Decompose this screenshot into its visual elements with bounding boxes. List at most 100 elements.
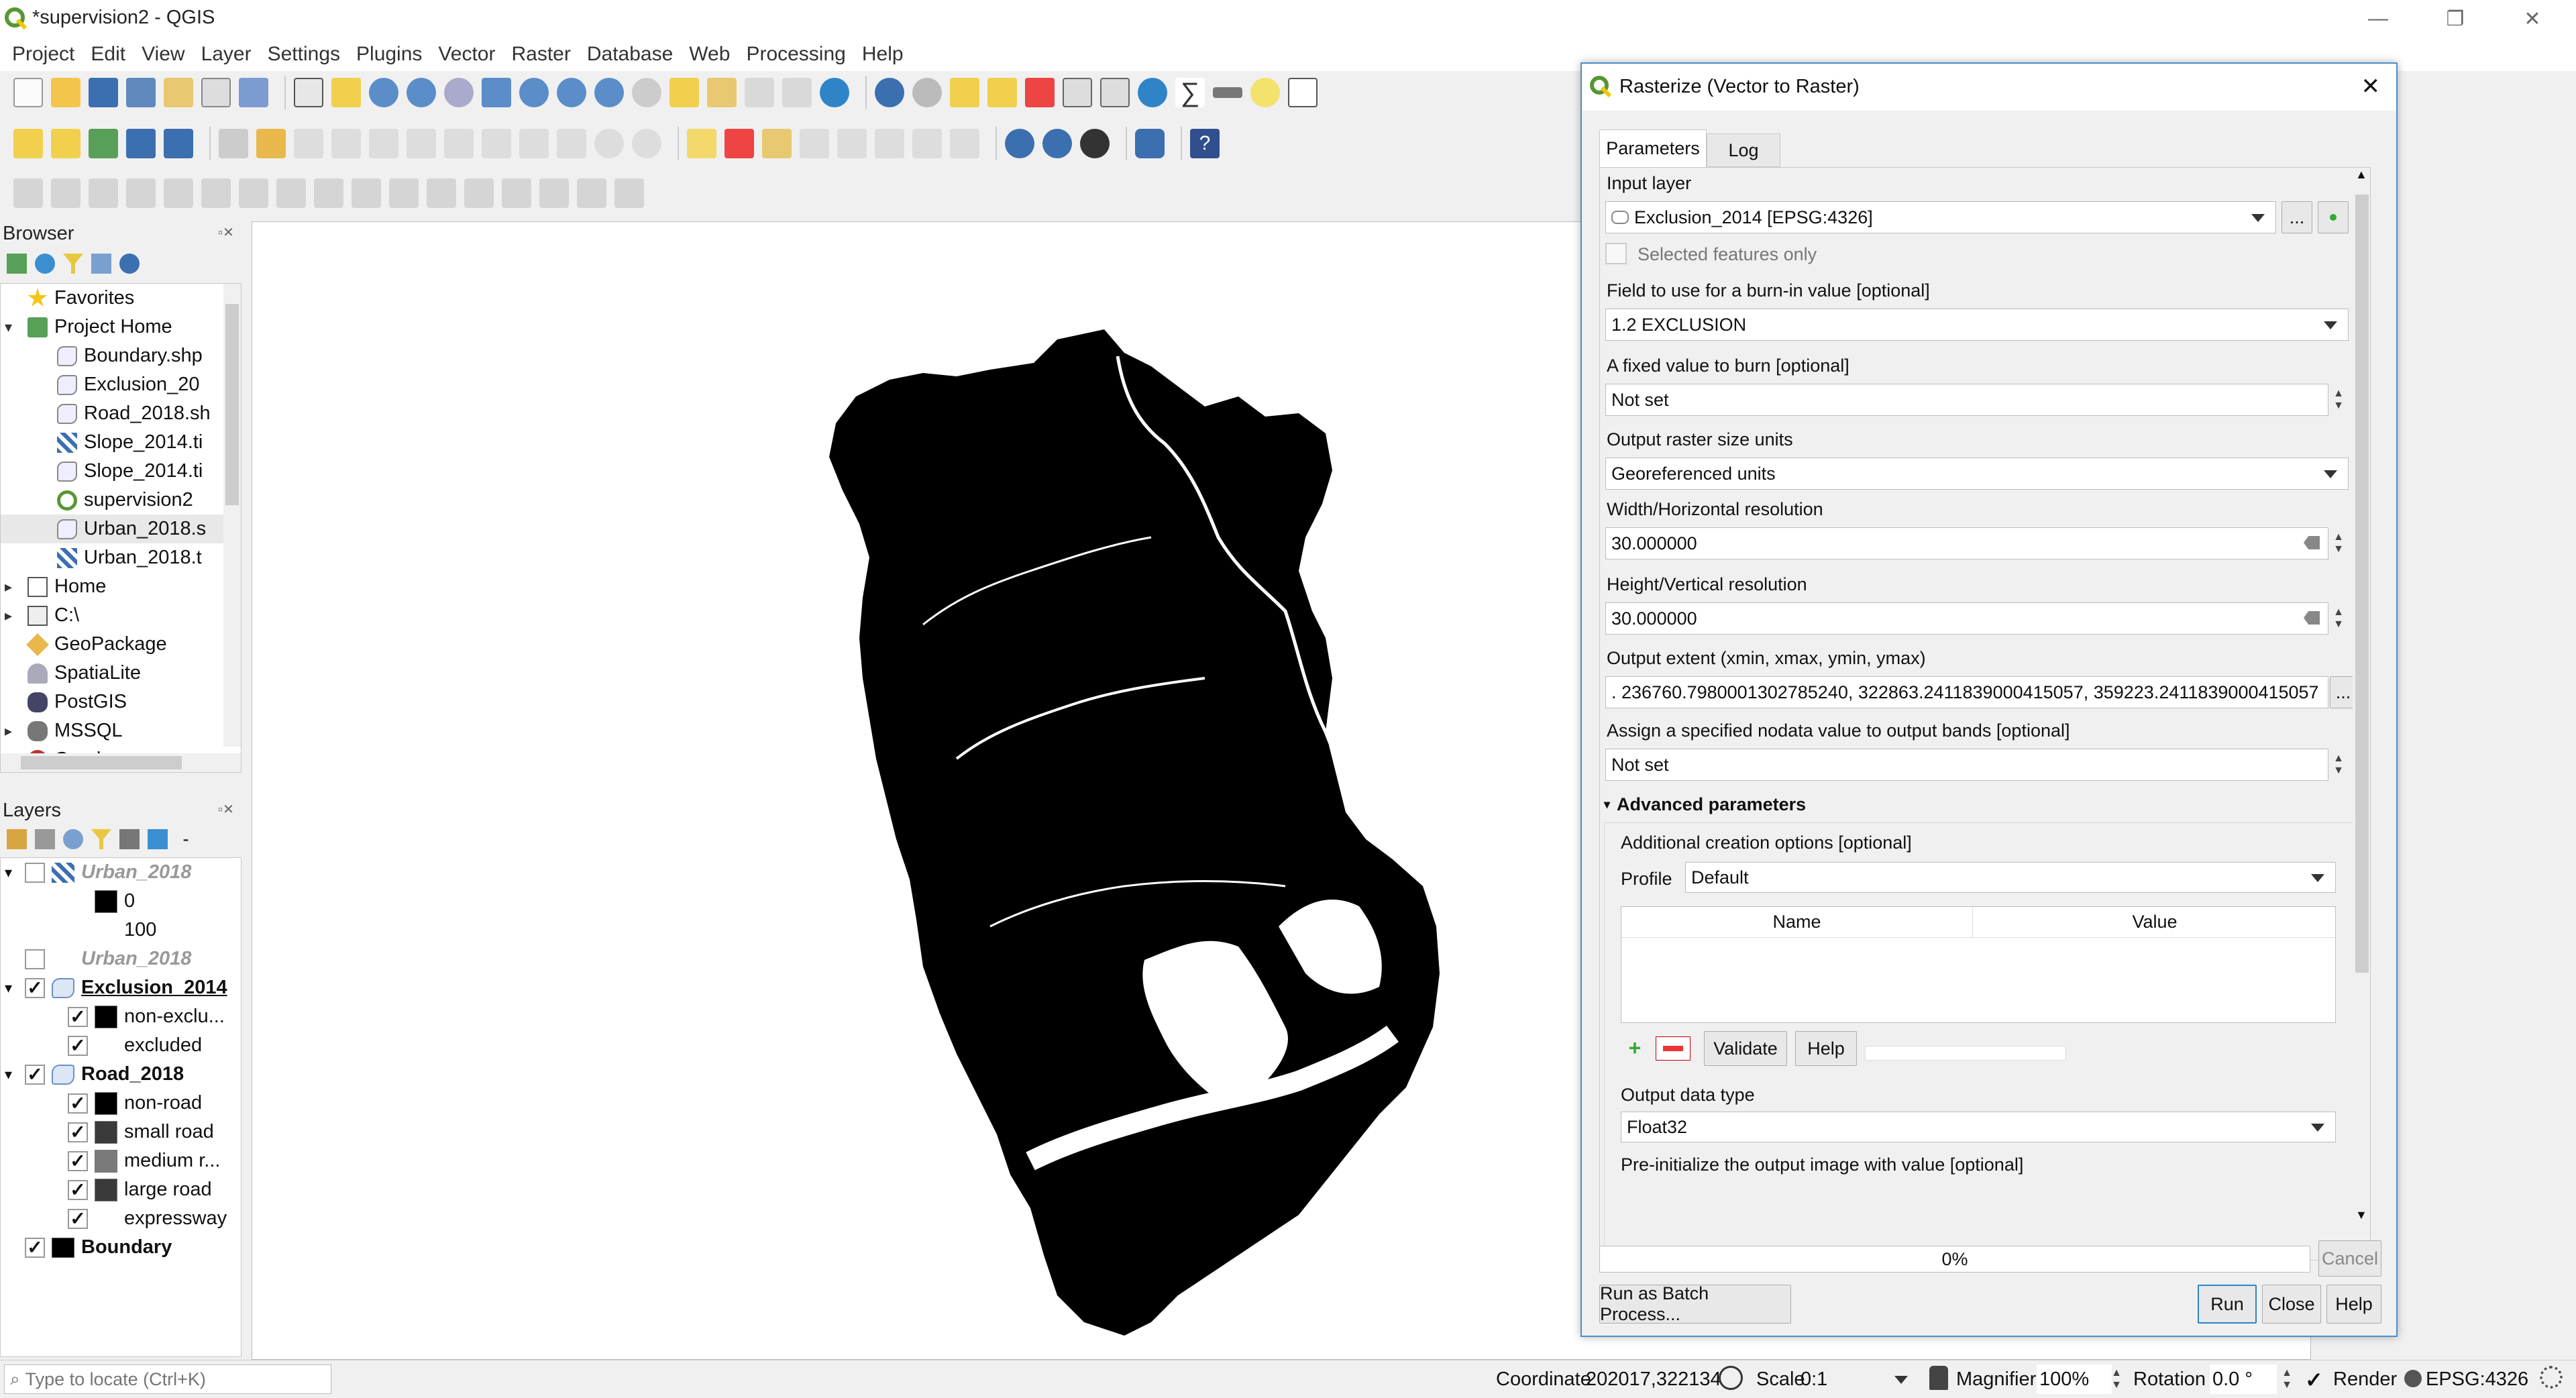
new-geopackage-layer-icon[interactable]: [51, 129, 80, 158]
layer-visibility-checkbox[interactable]: ✓: [25, 1237, 45, 1258]
units-combo[interactable]: Georeferenced units: [1605, 458, 2349, 490]
zoom-out-icon[interactable]: [407, 78, 436, 107]
data-source-manager-icon[interactable]: [13, 129, 43, 158]
menu-view[interactable]: View: [142, 43, 184, 66]
browser-vertical-scrollbar[interactable]: [223, 284, 241, 747]
select-features-icon[interactable]: [950, 78, 979, 107]
dialog-close-icon[interactable]: ✕: [2361, 73, 2381, 100]
browser-item[interactable]: Slope_2014.ti: [1, 457, 241, 486]
menu-database[interactable]: Database: [587, 43, 673, 66]
layer-visibility-checkbox[interactable]: [25, 862, 45, 883]
browser-item[interactable]: supervision2: [1, 486, 241, 515]
browser-item[interactable]: Urban_2018.s: [1, 515, 241, 543]
add-selected-layers-icon[interactable]: [7, 254, 27, 274]
browser-item[interactable]: Slope_2014.ti: [1, 428, 241, 457]
legend-item[interactable]: ✓ large road: [1, 1175, 241, 1204]
close-button[interactable]: Close: [2262, 1285, 2321, 1324]
layer-visibility-checkbox[interactable]: ✓: [25, 977, 45, 998]
height-spinner[interactable]: ▲ ▼: [2328, 602, 2349, 635]
expand-arrow-icon[interactable]: ▸: [5, 607, 22, 625]
legend-item[interactable]: ✓ excluded: [1, 1031, 241, 1060]
open-project-icon[interactable]: [51, 78, 80, 107]
browser-horizontal-scrollbar[interactable]: [1, 753, 241, 772]
expand-arrow-icon[interactable]: ▾: [5, 1066, 25, 1083]
geocoding-icon[interactable]: [1005, 129, 1034, 158]
browser-item[interactable]: GeoPackage: [1, 630, 241, 659]
input-layer-combo[interactable]: Exclusion_2014 [EPSG:4326]: [1605, 201, 2276, 233]
input-layer-browse-button[interactable]: ...: [2282, 201, 2312, 233]
menu-help[interactable]: Help: [862, 43, 904, 66]
layer-item[interactable]: ▾ Urban_2018: [1, 858, 241, 887]
filter-browser-icon[interactable]: [63, 254, 83, 274]
add-feature-icon[interactable]: [331, 129, 361, 158]
browser-item[interactable]: SpatiaLite: [1, 659, 241, 688]
offset-curve-icon[interactable]: [352, 178, 381, 208]
copy-features-icon[interactable]: [519, 129, 549, 158]
undo-icon[interactable]: [594, 129, 624, 158]
toggle-extents-icon[interactable]: [1719, 1366, 1743, 1390]
expand-arrow-icon[interactable]: ▾: [5, 864, 25, 881]
digitize-icon[interactable]: [13, 178, 43, 208]
change-label-icon[interactable]: [950, 129, 979, 158]
browser-item[interactable]: Road_2018.sh: [1, 399, 241, 428]
legend-class-checkbox[interactable]: ✓: [68, 1150, 88, 1171]
tab-parameters[interactable]: Parameters: [1599, 129, 1707, 167]
legend-item[interactable]: ✓ expressway: [1, 1204, 241, 1233]
collapse-all-icon[interactable]: [91, 254, 111, 274]
legend-item[interactable]: 100: [1, 916, 241, 945]
magnifier-spinner[interactable]: ▲ ▼: [2106, 1364, 2127, 1394]
enable-properties-icon[interactable]: [119, 254, 140, 274]
clear-icon[interactable]: [2304, 536, 2320, 549]
menu-edit[interactable]: Edit: [91, 43, 125, 66]
pin-labels-icon[interactable]: [800, 129, 829, 158]
fixed-value-spinner[interactable]: ▲ ▼: [2328, 384, 2349, 416]
menu-plugins[interactable]: Plugins: [356, 43, 422, 66]
show-bookmarks-icon[interactable]: [782, 78, 812, 107]
pan-map-icon[interactable]: [294, 78, 323, 107]
legend-item[interactable]: 0: [1, 887, 241, 916]
add-part-icon[interactable]: [164, 178, 193, 208]
zoom-last-icon[interactable]: [594, 78, 624, 107]
scroll-down-icon[interactable]: ▼: [2355, 1208, 2367, 1222]
expand-arrow-icon[interactable]: ▾: [5, 979, 25, 997]
menu-processing[interactable]: Processing: [746, 43, 845, 66]
advanced-parameters-toggle[interactable]: ▾ Advanced parameters: [1604, 794, 1806, 815]
legend-class-checkbox[interactable]: ✓: [68, 1093, 88, 1114]
identify-features-icon[interactable]: [875, 78, 904, 107]
validate-button[interactable]: Validate: [1704, 1031, 1787, 1066]
add-group-icon[interactable]: [35, 829, 55, 849]
crs-globe-icon[interactable]: [2404, 1370, 2422, 1387]
browser-hscroll-thumb[interactable]: [21, 756, 182, 769]
tab-log[interactable]: Log: [1707, 133, 1780, 167]
new-bookmark-icon[interactable]: [745, 78, 774, 107]
text-annotation-icon[interactable]: [1288, 78, 1318, 107]
legend-item[interactable]: ✓ small road: [1, 1118, 241, 1146]
remove-layer-icon[interactable]: -: [176, 829, 196, 849]
locator-bar[interactable]: ⌕: [4, 1364, 331, 1394]
merge-features-icon[interactable]: [464, 178, 494, 208]
manage-map-themes-icon[interactable]: [63, 829, 83, 849]
legend-item[interactable]: ✓ non-road: [1, 1089, 241, 1118]
layers-float-close-icon[interactable]: ▫✕: [218, 801, 234, 818]
rotation-input[interactable]: 0.0 °: [2210, 1364, 2277, 1394]
browser-item[interactable]: Urban_2018.t: [1, 543, 241, 572]
zoom-to-selection-icon[interactable]: [519, 78, 549, 107]
zoom-next-icon[interactable]: [632, 78, 661, 107]
layer-item[interactable]: ✓ Boundary: [1, 1233, 241, 1262]
modify-attributes-icon[interactable]: [407, 129, 436, 158]
deselect-all-icon[interactable]: [1025, 78, 1055, 107]
browser-scroll-thumb[interactable]: [225, 304, 239, 505]
zoom-in-icon[interactable]: [369, 78, 398, 107]
add-ring-icon[interactable]: [126, 178, 156, 208]
new-print-layout-icon[interactable]: [164, 78, 193, 107]
zoom-to-layer-icon[interactable]: [557, 78, 586, 107]
python-console-icon[interactable]: [1135, 129, 1165, 158]
highlight-labels-icon[interactable]: [762, 129, 792, 158]
actions-icon[interactable]: [912, 78, 942, 107]
menu-layer[interactable]: Layer: [201, 43, 252, 66]
expand-arrow-icon[interactable]: ▾: [5, 319, 22, 336]
plugin-globe-icon[interactable]: [1080, 129, 1110, 158]
merge-attributes-icon[interactable]: [502, 178, 531, 208]
selected-features-checkbox[interactable]: [1605, 243, 1627, 264]
browser-item[interactable]: PostGIS: [1, 688, 241, 716]
